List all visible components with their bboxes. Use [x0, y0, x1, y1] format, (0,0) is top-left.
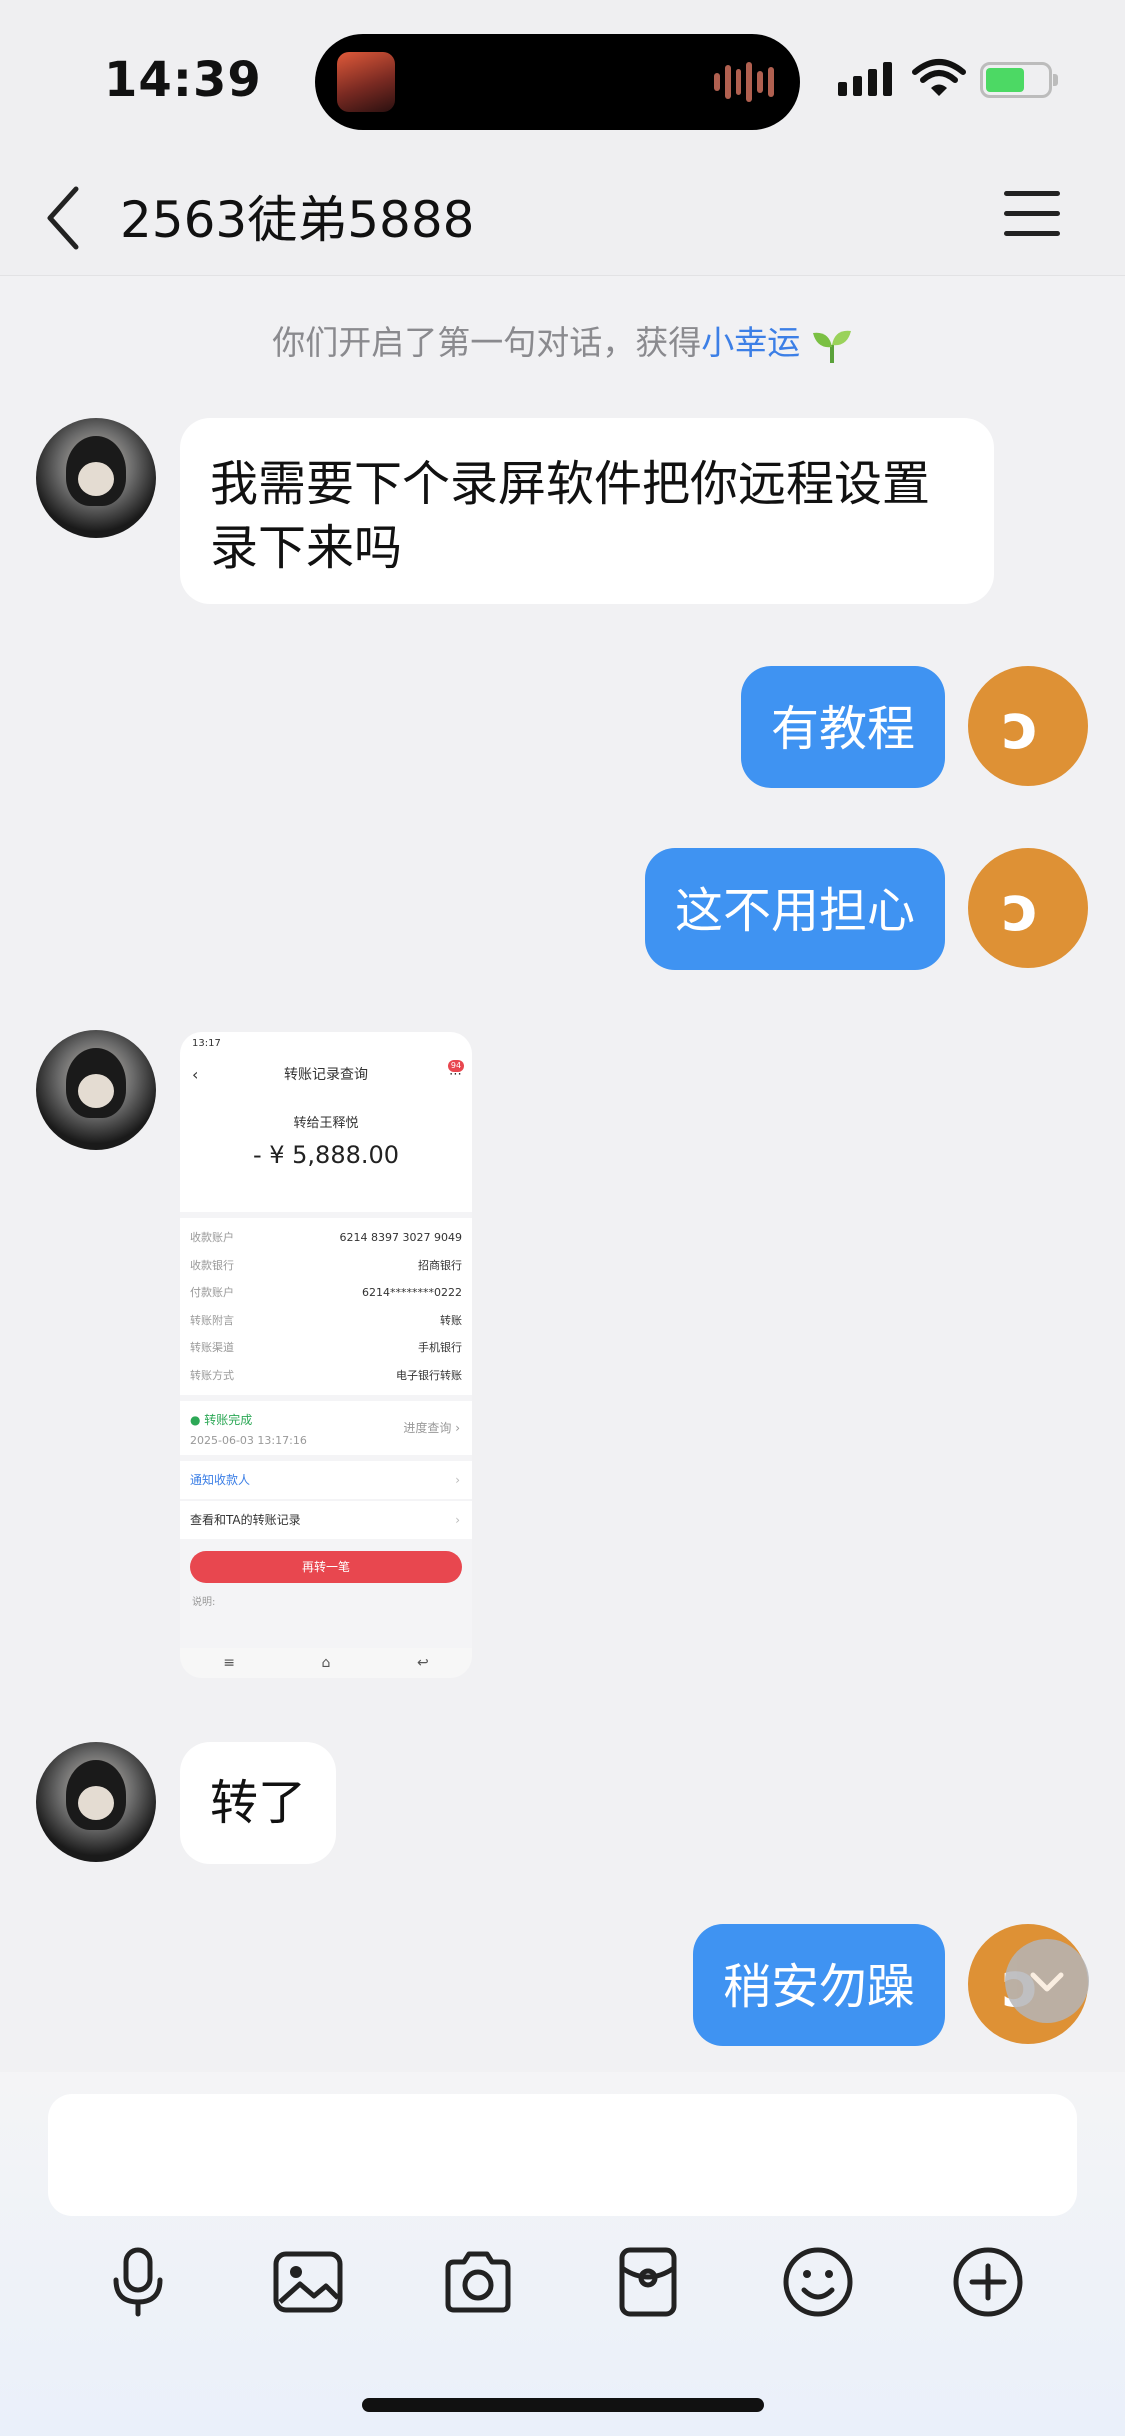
lucky-link[interactable]: 小幸运 [701, 323, 800, 362]
image-icon[interactable] [268, 2242, 348, 2322]
notify-recipient-link: 通知收款人 › [180, 1461, 472, 1499]
chat-area[interactable]: 你们开启了第一句对话，获得小幸运 我需要下个录屏软件把你远程设置录下来吗 ɔ 有… [0, 276, 1125, 2072]
receipt-title: 转账记录查询 [284, 1067, 368, 1083]
back-icon: ↩ [416, 1655, 429, 1671]
chevron-left-icon[interactable] [40, 183, 100, 253]
camera-icon[interactable] [438, 2242, 518, 2322]
avatar[interactable]: ɔ [968, 666, 1088, 786]
notification-badge: 94 [448, 1060, 464, 1072]
receipt-amount-card: 转给王释悦 - ¥ 5,888.00 [180, 1092, 472, 1212]
status-time: 14:39 [104, 52, 262, 108]
receipt-row: 收款银行 招商银行 [190, 1252, 462, 1280]
receipt-recipient: 转给王释悦 [293, 1116, 359, 1131]
history-link: 查看和TA的转账记录 › [180, 1501, 472, 1539]
signal-icon [838, 62, 892, 96]
history-label: 查看和TA的转账记录 [190, 1513, 301, 1527]
row-label: 付款账户 [190, 1286, 234, 1299]
chevron-left-icon: ‹ [192, 1065, 199, 1084]
message-bubble-outgoing[interactable]: 这不用担心 [644, 848, 945, 970]
receipt-status-bar: 13:17 [180, 1032, 472, 1058]
receipt-row: 转账方式 电子银行转账 [190, 1362, 462, 1390]
system-message-text: 你们开启了第一句对话，获得 [272, 323, 702, 362]
transfer-again-button: 再转一笔 [190, 1551, 462, 1583]
row-value: 6214********0222 [362, 1286, 462, 1299]
now-playing-thumbnail [337, 52, 395, 112]
battery-charging-icon [980, 62, 1058, 98]
avatar[interactable] [36, 418, 156, 538]
row-value: 转账 [440, 1313, 462, 1327]
chevron-right-icon: › [455, 1473, 460, 1487]
message-bubble-incoming[interactable]: 我需要下个录屏软件把你远程设置录下来吗 [180, 418, 994, 604]
row-label: 转账渠道 [190, 1341, 234, 1354]
image-message-transfer-receipt[interactable]: 13:17 ‹ 转账记录查询 ⋯ 94 转给王释悦 - ¥ 5,888.00 收… [180, 1032, 472, 1678]
row-label: 转账方式 [190, 1368, 234, 1382]
chat-header: 2563徒弟5888 [0, 165, 1125, 276]
hamburger-menu-icon[interactable] [1004, 191, 1060, 241]
status-bar: 14:39 [0, 0, 1125, 165]
scroll-to-bottom-button[interactable] [1005, 1939, 1089, 2023]
receipt-details: 收款账户 6214 8397 3027 9049 收款银行 招商银行 付款账户 621… [180, 1218, 472, 1395]
composer [0, 2072, 1125, 2436]
menu-icon: ≡ [223, 1655, 235, 1671]
receipt-row: 转账附言 转账 [190, 1307, 462, 1335]
row-value: 手机银行 [418, 1341, 462, 1354]
progress-link: 进度查询 › [403, 1421, 460, 1435]
sprout-icon [812, 330, 851, 363]
audio-wave-icon [714, 60, 774, 104]
receipt-row: 转账渠道 手机银行 [190, 1334, 462, 1362]
chevron-right-icon: › [455, 1513, 460, 1527]
dynamic-island[interactable] [315, 34, 800, 130]
plus-icon[interactable] [948, 2242, 1028, 2322]
receipt-progress: ● 转账完成 2025-06-03 13:17:16 进度查询 › [180, 1401, 472, 1455]
system-message: 你们开启了第一句对话，获得小幸运 [0, 316, 1125, 364]
message-input[interactable] [48, 2094, 1077, 2216]
row-label: 收款账户 [190, 1231, 234, 1244]
receipt-amount: - ¥ 5,888.00 [252, 1141, 400, 1169]
receipt-status-time: 13:17 [192, 1038, 221, 1049]
avatar[interactable] [36, 1030, 156, 1150]
message-bubble-incoming[interactable]: 转了 [180, 1742, 337, 1864]
row-label: 收款银行 [190, 1258, 234, 1272]
row-value: 电子银行转账 [396, 1368, 462, 1382]
avatar[interactable]: ɔ [968, 848, 1088, 968]
red-packet-icon[interactable] [608, 2242, 688, 2322]
receipt-header: ‹ 转账记录查询 ⋯ 94 [180, 1058, 472, 1092]
row-label: 转账附言 [190, 1313, 234, 1327]
receipt-row: 付款账户 6214********0222 [190, 1279, 462, 1307]
microphone-icon[interactable] [98, 2242, 178, 2322]
receipt-nav-bar: ≡ ⌂ ↩ [180, 1648, 472, 1678]
receipt-row: 收款账户 6214 8397 3027 9049 [190, 1224, 462, 1252]
chat-title: 2563徒弟5888 [120, 191, 475, 249]
message-bubble-outgoing[interactable]: 稍安勿躁 [692, 1924, 945, 2046]
row-value: 6214 8397 3027 9049 [339, 1231, 462, 1244]
avatar[interactable] [36, 1742, 156, 1862]
home-icon: ⌂ [321, 1655, 331, 1671]
emoji-icon[interactable] [778, 2242, 858, 2322]
row-value: 招商银行 [418, 1258, 462, 1272]
chevron-down-icon [1030, 1972, 1064, 1992]
receipt-note: 说明: [192, 1597, 216, 1608]
home-indicator[interactable] [362, 2398, 764, 2412]
message-bubble-outgoing[interactable]: 有教程 [740, 666, 945, 788]
notify-label: 通知收款人 [190, 1473, 251, 1487]
wifi-icon [912, 59, 966, 96]
